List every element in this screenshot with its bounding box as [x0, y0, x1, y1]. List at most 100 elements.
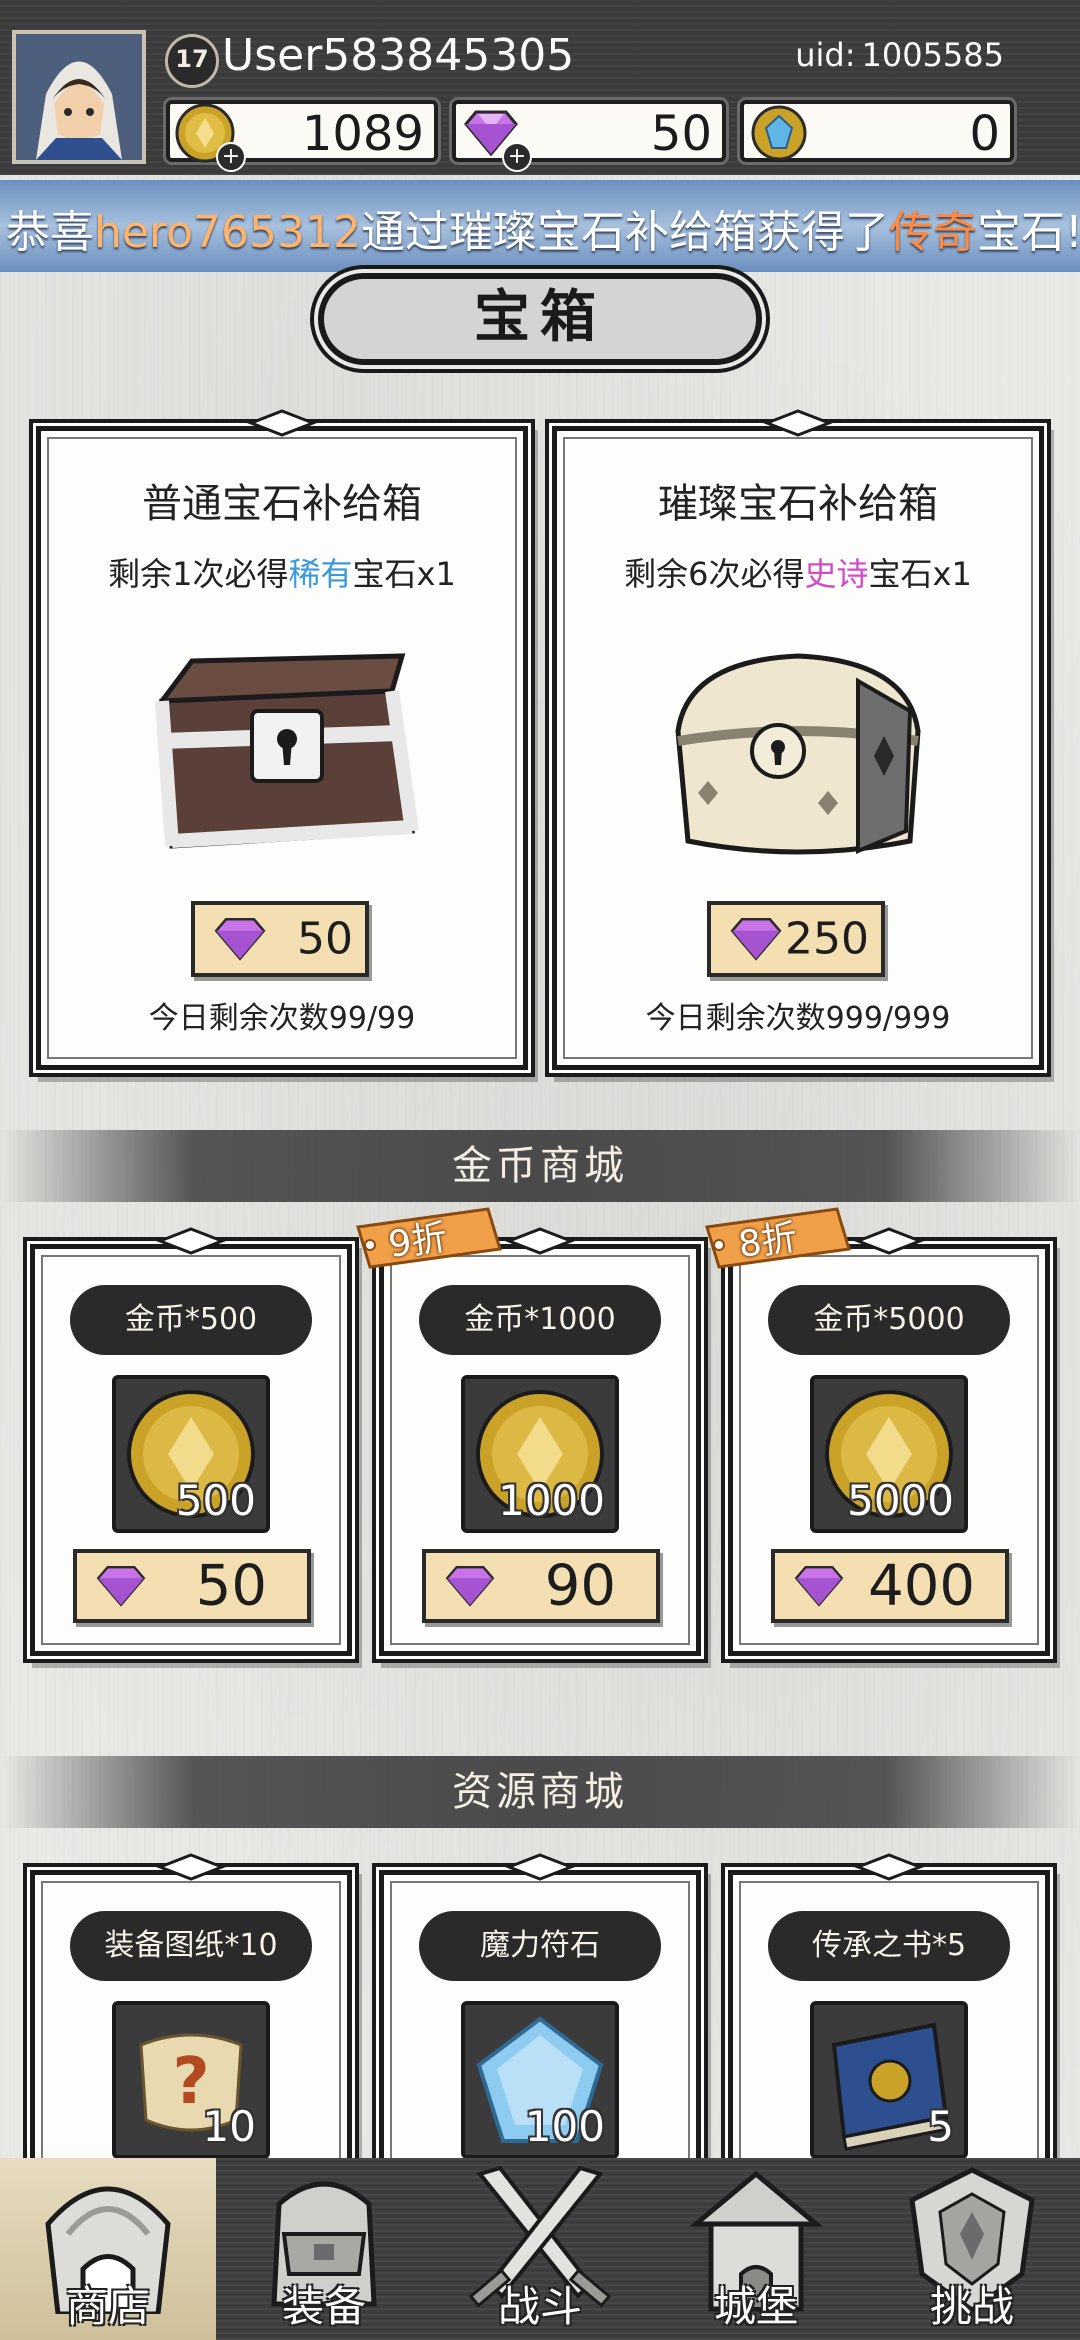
nav-label: 商店	[65, 2282, 150, 2331]
buy-normal-chest-button[interactable]: 50	[191, 901, 369, 977]
guarantee-pre: 剩余1次必得	[108, 555, 289, 593]
item-label: 魔力符石	[419, 1911, 661, 1981]
chest-name: 璀璨宝石补给箱	[658, 481, 938, 527]
buy-brilliant-chest-button[interactable]: 250	[707, 901, 885, 977]
card-ornament-icon	[156, 1227, 226, 1255]
nav-challenge[interactable]: 挑战	[864, 2158, 1080, 2340]
add-gem-button[interactable]: +	[502, 142, 532, 172]
level-badge: 17	[165, 34, 219, 88]
card-ornament-icon	[247, 409, 317, 437]
item-quantity: 100	[524, 2102, 605, 2151]
nav-equipment[interactable]: 装备	[216, 2158, 432, 2340]
chest-daily-remaining: 今日剩余次数999/999	[645, 1001, 951, 1036]
normal-chest-icon[interactable]	[132, 641, 432, 871]
gold-shop-header: 金币商城	[0, 1130, 1080, 1202]
nav-label: 战斗	[497, 2282, 582, 2331]
gold-value: 1089	[301, 106, 424, 162]
announcement-prefix: 恭喜	[6, 207, 94, 258]
purple-gem-icon	[730, 918, 782, 961]
crystal-counter[interactable]: 0	[740, 100, 1014, 162]
gem-counter[interactable]: + 50	[452, 100, 726, 172]
item-label: 装备图纸*10	[70, 1911, 312, 1981]
gold-shop-title: 金币商城	[452, 1143, 628, 1189]
nav-battle[interactable]: 战斗	[432, 2158, 648, 2340]
gold-item-card: 金币*5000 5000 400	[728, 1227, 1050, 1656]
item-icon-box[interactable]: 1000	[461, 1375, 619, 1533]
chest-name: 普通宝石补给箱	[142, 481, 422, 527]
resource-shop-title: 资源商城	[452, 1769, 628, 1815]
gold-item-card: 金币*1000 1000 90	[379, 1227, 701, 1656]
avatar[interactable]	[12, 30, 146, 164]
item-icon-box[interactable]: ? 10	[112, 2001, 270, 2159]
item-price: 50	[195, 1553, 267, 1619]
announcement-middle: 通过璀璨宝石补给箱获得了	[360, 207, 889, 258]
crystal-value: 0	[969, 106, 1000, 162]
discount-label: 8折	[735, 1217, 800, 1266]
uid-display: uid: 1005585	[795, 36, 1004, 74]
card-ornament-icon	[763, 409, 833, 437]
item-icon-box[interactable]: 5000	[810, 1375, 968, 1533]
chest-card-brilliant: 璀璨宝石补给箱 剩余6次必得史诗宝石x1 250 今日剩余次数999/999	[552, 409, 1044, 1070]
item-quantity: 10	[202, 2102, 256, 2151]
item-price: 400	[868, 1553, 975, 1619]
chest-price: 50	[297, 913, 353, 965]
item-quantity: 5000	[847, 1476, 954, 1525]
item-quantity: 5	[927, 2102, 954, 2151]
gold-counter[interactable]: + 1089	[166, 100, 438, 172]
item-label: 金币*5000	[768, 1285, 1010, 1355]
item-icon-box[interactable]: 5	[810, 2001, 968, 2159]
resource-shop-header: 资源商城	[0, 1756, 1080, 1828]
buy-item-button[interactable]: 50	[73, 1549, 311, 1623]
announcement-suffix: 宝石!	[976, 207, 1080, 258]
guarantee-pre: 剩余6次必得	[624, 555, 805, 593]
chest-price: 250	[785, 913, 869, 965]
guarantee-rarity: 史诗	[804, 555, 869, 593]
announcement-rarity: 传奇	[888, 207, 977, 258]
nav-shop[interactable]: 商店	[0, 2158, 216, 2340]
card-ornament-icon	[854, 1853, 924, 1881]
nav-castle[interactable]: 城堡	[648, 2158, 864, 2340]
bottom-navigation: 商店 装备 战斗 城堡 挑战	[0, 2158, 1080, 2340]
purple-gem-icon	[794, 1565, 844, 1607]
announcement-text: 恭喜hero765312通过璀璨宝石补给箱获得了传奇宝石!	[6, 196, 1080, 260]
item-icon-box[interactable]: 500	[112, 1375, 270, 1533]
chest-guarantee: 剩余1次必得稀有宝石x1	[41, 549, 523, 595]
uid-value: 1005585	[861, 36, 1004, 74]
purple-gem-icon	[214, 918, 266, 961]
item-label: 金币*1000	[419, 1285, 661, 1355]
gem-value: 50	[650, 106, 712, 162]
item-icon-box[interactable]: 100	[461, 2001, 619, 2159]
chest-card-normal: 普通宝石补给箱 剩余1次必得稀有宝石x1 50 今日剩余次数99/99	[36, 409, 528, 1070]
chest-guarantee: 剩余6次必得史诗宝石x1	[557, 549, 1039, 595]
username: User583845305	[222, 30, 575, 81]
chest-section-title: 宝箱	[318, 273, 762, 365]
nav-label: 装备	[281, 2282, 366, 2331]
gold-item-card: 金币*500 500 50	[30, 1227, 352, 1656]
purple-gem-icon	[96, 1565, 146, 1607]
item-label: 传承之书*5	[768, 1911, 1010, 1981]
guarantee-post: 宝石x1	[352, 555, 456, 593]
card-ornament-icon	[854, 1227, 924, 1255]
item-label: 金币*500	[70, 1285, 312, 1355]
card-ornament-icon	[156, 1853, 226, 1881]
nav-label: 城堡	[713, 2282, 798, 2331]
guarantee-post: 宝石x1	[868, 555, 972, 593]
buy-item-button[interactable]: 400	[771, 1549, 1009, 1623]
buy-item-button[interactable]: 90	[422, 1549, 660, 1623]
item-price: 90	[544, 1553, 616, 1619]
nav-label: 挑战	[929, 2282, 1014, 2331]
chest-daily-remaining: 今日剩余次数99/99	[148, 1001, 416, 1036]
blue-crystal-icon	[751, 105, 807, 161]
purple-gem-icon	[445, 1565, 495, 1607]
card-ornament-icon	[505, 1853, 575, 1881]
item-quantity: 1000	[498, 1476, 605, 1525]
brilliant-chest-icon[interactable]	[648, 641, 948, 871]
card-ornament-icon	[505, 1227, 575, 1255]
announcement-player: hero765312	[94, 207, 361, 258]
guarantee-rarity: 稀有	[288, 555, 353, 593]
uid-label: uid:	[795, 36, 856, 74]
announcement-banner: 恭喜hero765312通过璀璨宝石补给箱获得了传奇宝石!	[0, 180, 1080, 272]
add-gold-button[interactable]: +	[216, 142, 246, 172]
top-bar: 17 User583845305 uid: 1005585 + 1089 + 50…	[0, 0, 1080, 175]
item-quantity: 500	[175, 1476, 256, 1525]
